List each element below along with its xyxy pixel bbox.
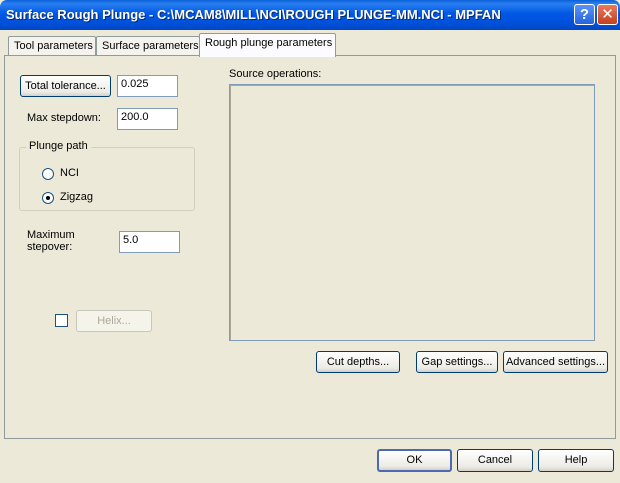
plunge-path-title: Plunge path — [26, 140, 91, 152]
helix-checkbox[interactable] — [55, 314, 68, 327]
help-icon[interactable]: ? — [574, 4, 595, 25]
helix-button[interactable]: Helix... — [76, 310, 152, 332]
nci-radio-label[interactable]: NCI — [60, 167, 79, 179]
plunge-path-group: Plunge path NCI Zigzag — [19, 140, 195, 211]
title-bar[interactable]: Surface Rough Plunge - C:\MCAM8\MILL\NCI… — [0, 0, 620, 30]
window-title: Surface Rough Plunge - C:\MCAM8\MILL\NCI… — [6, 7, 501, 22]
radio-selected-dot — [46, 196, 50, 200]
help-button[interactable]: Help — [538, 449, 614, 472]
tab-tool-parameters[interactable]: Tool parameters — [8, 36, 96, 56]
source-operations-list[interactable] — [229, 84, 595, 341]
max-stepover-label-line1: Maximum — [27, 229, 75, 241]
max-stepover-label-line2: stepover: — [27, 241, 73, 253]
tab-rough-plunge-parameters[interactable]: Rough plunge parameters — [199, 33, 336, 57]
ok-button[interactable]: OK — [377, 449, 452, 472]
close-icon[interactable]: ✕ — [597, 4, 618, 25]
nci-radio[interactable] — [42, 168, 54, 180]
advanced-settings-button[interactable]: Advanced settings... — [503, 351, 608, 373]
zigzag-radio[interactable] — [42, 192, 54, 204]
total-tolerance-button[interactable]: Total tolerance... — [20, 75, 111, 97]
gap-settings-button[interactable]: Gap settings... — [416, 351, 498, 373]
zigzag-radio-label[interactable]: Zigzag — [60, 191, 93, 203]
source-operations-label: Source operations: — [229, 68, 322, 80]
max-stepover-field[interactable]: 5.0 — [119, 231, 180, 253]
cancel-button[interactable]: Cancel — [457, 449, 533, 472]
rough-plunge-panel: Total tolerance... 0.025 Max stepdown: 2… — [4, 55, 616, 439]
tab-surface-parameters[interactable]: Surface parameters — [96, 36, 200, 56]
max-stepdown-label: Max stepdown: — [27, 112, 101, 124]
total-tolerance-field[interactable]: 0.025 — [117, 75, 178, 97]
tab-strip: Tool parameters Surface parameters Rough… — [0, 30, 620, 57]
max-stepdown-field[interactable]: 200.0 — [117, 108, 178, 130]
cut-depths-button[interactable]: Cut depths... — [316, 351, 400, 373]
